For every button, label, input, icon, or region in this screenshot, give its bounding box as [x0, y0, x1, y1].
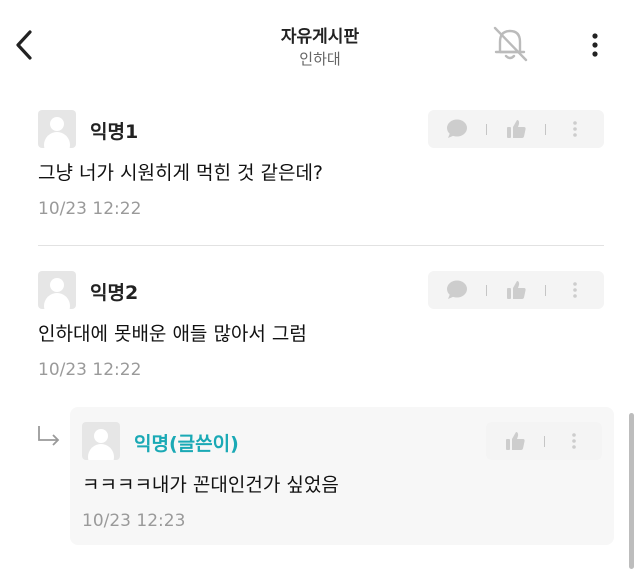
reply-button[interactable] — [428, 110, 486, 148]
comment-divider — [38, 245, 604, 246]
comment-author: 익명2 — [90, 282, 139, 304]
notification-toggle-button[interactable] — [488, 22, 532, 66]
like-button[interactable] — [487, 110, 545, 148]
speech-bubble-icon — [447, 119, 467, 138]
more-vertical-icon — [573, 121, 577, 137]
comment-timestamp: 10/23 12:22 — [38, 199, 142, 219]
comment-more-button[interactable] — [546, 110, 604, 148]
reply-text: ㅋㅋㅋㅋ내가 꼰대인건가 싶었음 — [82, 474, 339, 496]
more-vertical-icon — [573, 282, 577, 298]
thumbs-up-icon — [507, 120, 526, 138]
thumbs-up-icon — [506, 432, 525, 450]
reply-arrow-icon — [36, 424, 64, 448]
more-options-button[interactable] — [584, 30, 606, 60]
avatar — [82, 422, 120, 460]
reply-actions — [486, 422, 602, 460]
reply-author: 익명(글쓴이) — [134, 433, 239, 455]
reply-timestamp: 10/23 12:23 — [82, 511, 186, 531]
comment-actions — [428, 110, 604, 148]
board-title: 자유게시판 — [280, 27, 360, 47]
bell-off-icon — [493, 26, 528, 62]
like-button[interactable] — [486, 422, 544, 460]
reply-button[interactable] — [428, 271, 486, 309]
avatar — [38, 271, 76, 309]
reply-more-button[interactable] — [545, 422, 602, 460]
comment-timestamp: 10/23 12:22 — [38, 360, 142, 380]
comment-more-button[interactable] — [546, 271, 604, 309]
scrollbar[interactable] — [629, 413, 634, 569]
comment-author: 익명1 — [90, 121, 139, 143]
more-vertical-icon — [571, 433, 576, 449]
top-bar: 자유게시판 인하대 — [0, 0, 640, 92]
like-button[interactable] — [487, 271, 545, 309]
avatar — [38, 110, 76, 148]
comment-actions — [428, 271, 604, 309]
speech-bubble-icon — [447, 280, 467, 299]
more-vertical-icon — [592, 33, 598, 57]
board-subtitle: 인하대 — [299, 50, 341, 68]
comment-text: 그냥 너가 시원히게 먹힌 것 같은데? — [38, 162, 324, 184]
reply-container: 익명(글쓴이) ㅋㅋㅋㅋ내가 꼰대인건가 싶었음 10/23 12:23 — [70, 407, 614, 545]
comment-text: 인하대에 못배운 애들 많아서 그럼 — [38, 323, 307, 345]
thumbs-up-icon — [507, 281, 526, 299]
